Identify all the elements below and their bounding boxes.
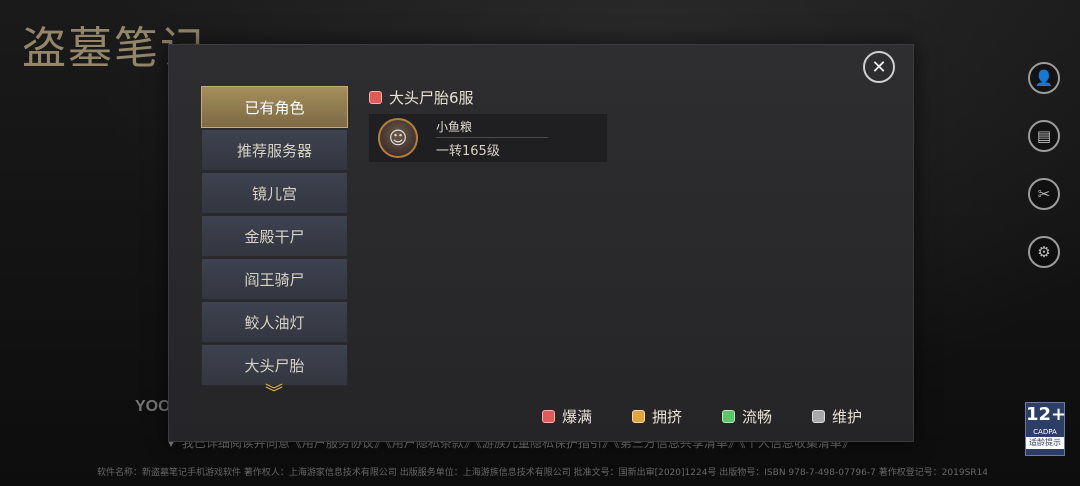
server-category-item[interactable]: 金殿干尸 [201,215,348,257]
legend-full: 爆满 [542,406,592,427]
publisher-logo: YOO [135,398,171,415]
legend-label: 维护 [832,408,863,426]
role-avatar: ☺ [378,118,418,158]
side-toolbar: 👤 ▤ ✂ ⚙ [1028,62,1060,294]
legend-smooth: 流畅 [722,406,772,427]
server-status-icon [369,91,382,104]
server-select-dialog: ✕ 已有角色 推荐服务器 镜儿宫 金殿干尸 阎王骑尸 鲛人油灯 大头尸胎 ︾ 大… [168,44,914,442]
copyright-text: 软件名称：新盗墓笔记手机游戏软件 著作权人：上海游家信息技术有限公司 出版服务单… [97,468,987,478]
server-category-recommended[interactable]: 推荐服务器 [201,129,348,171]
server-category-item[interactable]: 阎王骑尸 [201,258,348,300]
legend-maintenance: 维护 [812,406,862,427]
tools-icon[interactable]: ✂ [1028,178,1060,210]
server-category-item[interactable]: 鲛人油灯 [201,301,348,343]
age-rating-tip: 适龄提示 [1026,437,1064,449]
status-full-icon [542,410,555,423]
age-rating-num: 12+ [1026,404,1067,425]
server-name: 大头尸胎6服 [389,89,474,107]
server-name-header: 大头尸胎6服 [369,87,474,108]
role-name: 小鱼粮 [436,118,548,138]
server-category-list: 已有角色 推荐服务器 镜儿宫 金殿干尸 阎王骑尸 鲛人油灯 大头尸胎 [201,86,348,396]
status-maintenance-icon [812,410,826,423]
role-card[interactable]: ☺ 小鱼粮 一转165级 [369,114,607,162]
server-status-legend: 爆满 拥挤 流畅 维护 [542,406,902,427]
chevron-down-icon[interactable]: ︾ [265,379,283,405]
legend-label: 拥挤 [652,408,683,426]
age-rating-badge: 12+ CADPA 适龄提示 [1025,402,1067,456]
legend-label: 流畅 [742,408,773,426]
status-smooth-icon [722,410,736,423]
age-rating-org: CADPA [1033,428,1057,436]
notice-icon[interactable]: ▤ [1028,120,1060,152]
close-icon[interactable]: ✕ [863,51,895,83]
status-crowded-icon [632,410,646,423]
legend-label: 爆满 [562,408,593,426]
role-level: 一转165级 [436,143,500,159]
legend-crowded: 拥挤 [632,406,682,427]
server-category-owned[interactable]: 已有角色 [201,86,348,128]
settings-icon[interactable]: ⚙ [1028,236,1060,268]
user-icon[interactable]: 👤 [1028,62,1060,94]
server-category-item[interactable]: 镜儿宫 [201,172,348,214]
